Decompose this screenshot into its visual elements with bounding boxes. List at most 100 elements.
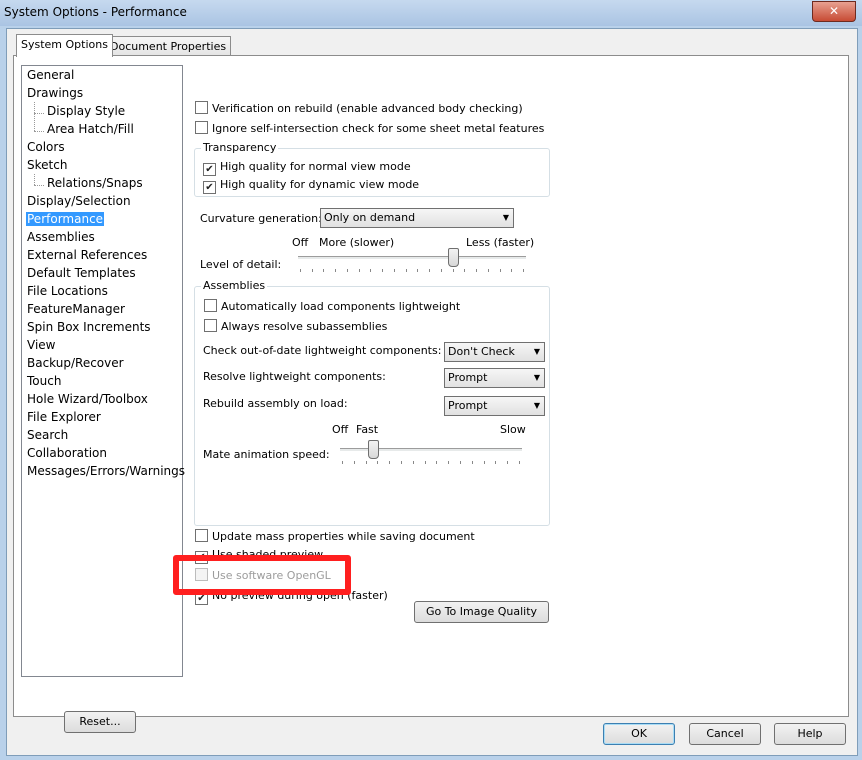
tree-item-hole-wizard-toolbox[interactable]: Hole Wizard/Toolbox: [26, 392, 149, 406]
mass-props-option[interactable]: Update mass properties while saving docu…: [195, 529, 475, 543]
slider-tick: [471, 461, 473, 464]
slider-tick: [511, 269, 513, 272]
tree-item-search[interactable]: Search: [26, 428, 69, 442]
slider-tick: [495, 461, 497, 464]
resolve-sub-option[interactable]: Always resolve subassemblies: [204, 319, 387, 333]
chevron-down-icon: ▼: [533, 401, 540, 410]
ignore-self-intersection-checkbox[interactable]: [195, 121, 208, 134]
tree-item-view[interactable]: View: [26, 338, 56, 352]
mate-speed-label: Mate animation speed:: [203, 448, 330, 461]
tree-item-colors[interactable]: Colors: [26, 140, 66, 154]
verification-option[interactable]: Verification on rebuild (enable advanced…: [195, 101, 523, 115]
tree-item-file-locations[interactable]: File Locations: [26, 284, 109, 298]
tree-item-drawings[interactable]: Drawings: [26, 86, 84, 100]
detail-slider-thumb[interactable]: [448, 248, 460, 267]
slider-tick: [393, 269, 395, 272]
slider-tick: [335, 269, 337, 272]
close-button[interactable]: ✕: [812, 1, 856, 22]
slider-tick: [507, 461, 509, 464]
reset-button[interactable]: Reset...: [64, 711, 136, 733]
tree-item-assemblies[interactable]: Assemblies: [26, 230, 96, 244]
tree-item-featuremanager[interactable]: FeatureManager: [26, 302, 126, 316]
tree-item-relations-snaps[interactable]: Relations/Snaps: [46, 176, 144, 190]
detail-less-label: Less (faster): [466, 236, 535, 249]
chevron-down-icon: ▼: [533, 373, 540, 382]
transparency-normal-label: High quality for normal view mode: [220, 160, 411, 173]
title-bar[interactable]: System Options - Performance ✕: [0, 0, 862, 26]
transparency-dynamic-checkbox[interactable]: ✔: [203, 181, 216, 194]
slider-tick: [342, 461, 343, 464]
mass-props-checkbox[interactable]: [195, 529, 208, 542]
slider-tick: [377, 461, 379, 464]
help-button[interactable]: Help: [774, 723, 846, 745]
rebuild-on-load-value: Prompt: [448, 399, 488, 412]
tree-item-touch[interactable]: Touch: [26, 374, 62, 388]
slider-tick: [353, 461, 355, 464]
tab-document-properties[interactable]: Document Properties: [105, 36, 232, 56]
tree-item-default-templates[interactable]: Default Templates: [26, 266, 137, 280]
highlight-box: [173, 555, 351, 595]
slider-tick: [476, 269, 478, 272]
mate-slider-ticks: [342, 461, 520, 465]
window-title: System Options - Performance: [4, 5, 187, 19]
tree-item-display-selection[interactable]: Display/Selection: [26, 194, 132, 208]
auto-lightweight-checkbox[interactable]: [204, 299, 217, 312]
slider-tick: [382, 269, 384, 272]
transparency-dynamic-label: High quality for dynamic view mode: [220, 178, 420, 191]
verification-checkbox[interactable]: [195, 101, 208, 114]
slider-tick: [452, 269, 454, 272]
tree-item-messages-errors-warnings[interactable]: Messages/Errors/Warnings: [26, 464, 186, 478]
curvature-value: Only on demand: [324, 211, 416, 224]
tree-item-external-references[interactable]: External References: [26, 248, 148, 262]
transparency-normal-checkbox[interactable]: ✔: [203, 163, 216, 176]
tree-item-display-style[interactable]: Display Style: [46, 104, 126, 118]
tab-system-options[interactable]: System Options: [16, 34, 113, 57]
slider-tick: [448, 461, 450, 464]
options-tree[interactable]: General Drawings Display Style Area Hatch/F…: [21, 65, 186, 677]
check-outofdate-label: Check out-of-date lightweight components…: [203, 344, 442, 357]
tree-item-sketch[interactable]: Sketch: [26, 158, 68, 172]
ok-button[interactable]: OK: [603, 723, 675, 745]
curvature-dropdown[interactable]: Only on demand ▼: [320, 208, 514, 228]
slider-tick: [440, 269, 442, 272]
chevron-down-icon: ▼: [533, 347, 540, 356]
slider-tick: [424, 461, 426, 464]
slider-tick: [436, 461, 438, 464]
rebuild-on-load-label: Rebuild assembly on load:: [203, 397, 348, 410]
mate-slider-thumb[interactable]: [367, 440, 379, 459]
slider-tick: [401, 461, 402, 464]
tree-connector-line: [34, 174, 35, 185]
assemblies-title: Assemblies: [201, 279, 268, 292]
tree-item-performance[interactable]: Performance: [26, 212, 105, 226]
resolve-lightweight-label: Resolve lightweight components:: [203, 370, 386, 383]
tree-item-file-explorer[interactable]: File Explorer: [26, 410, 102, 424]
goto-image-quality-button[interactable]: Go To Image Quality: [414, 601, 549, 623]
chevron-down-icon: ▼: [502, 213, 509, 222]
auto-lightweight-label: Automatically load components lightweigh…: [221, 300, 461, 313]
slider-tick: [412, 461, 414, 464]
rebuild-on-load-dropdown[interactable]: Prompt ▼: [444, 396, 545, 416]
tree-item-general[interactable]: General: [26, 68, 75, 82]
ignore-self-intersection-label: Ignore self-intersection check for some …: [212, 122, 545, 135]
tree-item-backup-recover[interactable]: Backup/Recover: [26, 356, 125, 370]
tree-item-spin-box-increments[interactable]: Spin Box Increments: [26, 320, 152, 334]
resolve-lightweight-dropdown[interactable]: Prompt ▼: [444, 368, 545, 388]
slider-tick: [464, 269, 466, 272]
detail-label: Level of detail:: [200, 258, 282, 271]
auto-lightweight-option[interactable]: Automatically load components lightweigh…: [204, 299, 460, 313]
transparency-normal-option[interactable]: ✔ High quality for normal view mode: [203, 160, 411, 176]
check-outofdate-dropdown[interactable]: Don't Check ▼: [444, 342, 545, 362]
ignore-self-intersection-option[interactable]: Ignore self-intersection check for some …: [195, 121, 544, 135]
slider-tick: [370, 269, 372, 272]
slider-tick: [519, 461, 520, 464]
mate-slow-label: Slow: [500, 423, 526, 436]
detail-slider-track[interactable]: [298, 256, 526, 260]
system-options-window: System Options - Performance ✕ System Op…: [0, 0, 862, 760]
resolve-sub-checkbox[interactable]: [204, 319, 217, 332]
tree-item-area-hatch-fill[interactable]: Area Hatch/Fill: [46, 122, 135, 136]
tree-item-collaboration[interactable]: Collaboration: [26, 446, 108, 460]
slider-tick: [358, 269, 360, 272]
mate-fast-label: Fast: [356, 423, 379, 436]
cancel-button[interactable]: Cancel: [689, 723, 761, 745]
transparency-dynamic-option[interactable]: ✔ High quality for dynamic view mode: [203, 178, 419, 194]
